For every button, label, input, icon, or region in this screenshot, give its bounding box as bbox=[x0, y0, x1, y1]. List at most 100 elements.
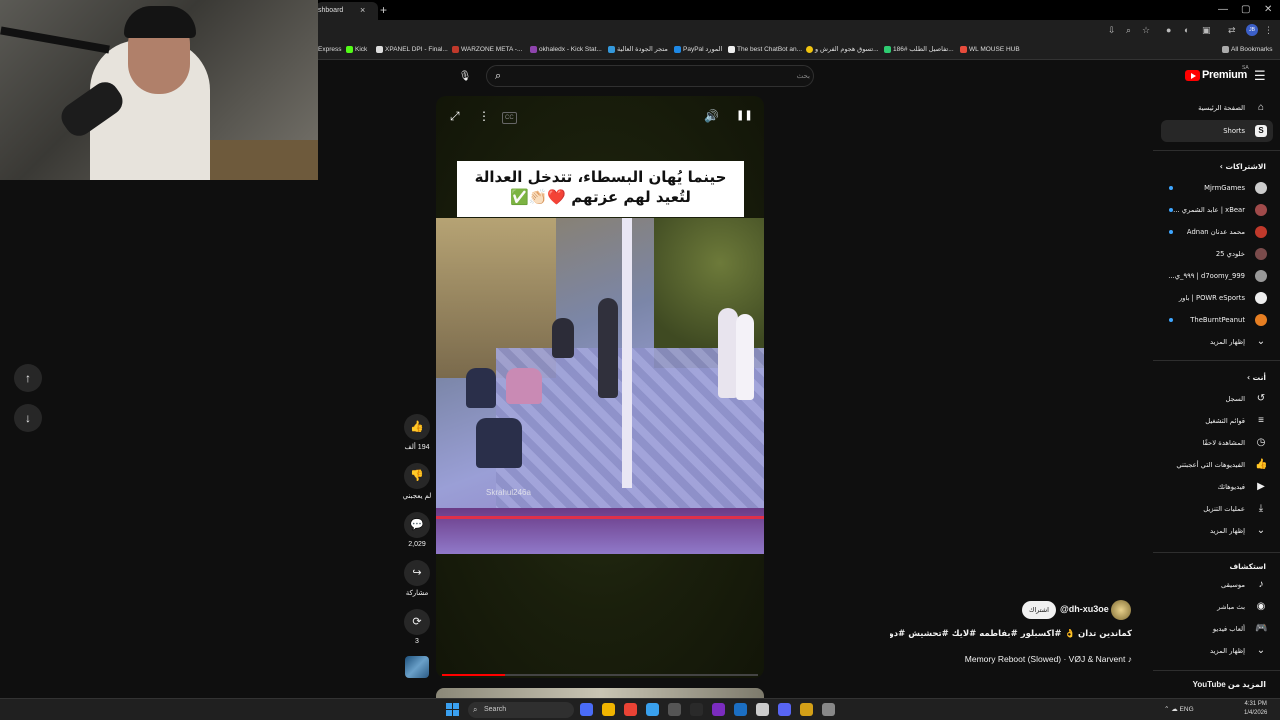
download-icon[interactable]: ⇩ bbox=[1108, 24, 1116, 36]
close-window-icon[interactable]: ✕ bbox=[1264, 2, 1272, 18]
tab-search-icon[interactable]: ⇄ bbox=[1228, 24, 1236, 36]
sidebar-item-label: خلودي 25 bbox=[1215, 250, 1245, 258]
extensions-puzzle-icon[interactable]: ▣ bbox=[1202, 24, 1211, 36]
taskbar-clock[interactable]: 4:31 PM 1/4/2026 bbox=[1244, 700, 1267, 718]
active-tab[interactable]: shboard bbox=[316, 2, 378, 20]
minimize-icon[interactable]: — bbox=[1218, 2, 1228, 18]
bookmark-item[interactable]: Kick bbox=[346, 44, 367, 56]
profile-avatar[interactable]: JB bbox=[1246, 24, 1258, 36]
share-icon[interactable]: ↪ bbox=[404, 560, 430, 586]
short-player[interactable]: ⤢ ⋮ CC 🔊 ❚❚ حينما يُهان البسطاء، تتدخل ا… bbox=[436, 96, 764, 678]
next-short-preview[interactable] bbox=[436, 688, 764, 698]
more-options-icon[interactable]: ⋮ bbox=[478, 108, 490, 124]
bookmark-item[interactable]: okhaledx - Kick Stat... bbox=[530, 44, 602, 56]
you-heading[interactable]: أنت › bbox=[1247, 373, 1266, 382]
taskbar-app-icon[interactable] bbox=[734, 703, 747, 716]
sidebar-item-history[interactable]: السجل ↺ bbox=[1161, 388, 1273, 410]
taskbar-app-icon[interactable] bbox=[602, 703, 615, 716]
sidebar-item-subscription[interactable]: xBear | عابد الشمري ... bbox=[1161, 199, 1273, 221]
channel-avatar bbox=[1255, 248, 1267, 260]
search-input[interactable] bbox=[520, 69, 810, 83]
like-icon[interactable]: 👍 bbox=[404, 414, 430, 440]
remix-button[interactable]: ⟳ 3 bbox=[402, 609, 432, 645]
sound-thumbnail[interactable] bbox=[405, 656, 429, 678]
comments-button[interactable]: 💬 2,029 bbox=[402, 512, 432, 548]
volume-icon[interactable]: 🔊 bbox=[704, 108, 719, 124]
remix-icon[interactable]: ⟳ bbox=[404, 609, 430, 635]
channel-avatar[interactable] bbox=[1111, 600, 1131, 620]
taskbar-app-icon[interactable] bbox=[800, 703, 813, 716]
sidebar-item-your-videos[interactable]: فيديوهاتك ▶ bbox=[1161, 476, 1273, 498]
zoom-icon[interactable]: ⌕ bbox=[1126, 24, 1131, 36]
hamburger-menu-icon[interactable]: ☰ bbox=[1254, 68, 1266, 84]
sidebar-item-live[interactable]: بث مباشر ◉ bbox=[1161, 596, 1273, 618]
dislike-icon[interactable]: 👎 bbox=[404, 463, 430, 489]
sidebar-item-show-more-explore[interactable]: إظهار المزيد ⌄ bbox=[1161, 640, 1273, 662]
progress-bar[interactable] bbox=[442, 674, 758, 676]
sidebar-item-gaming[interactable]: ألعاب فيديو 🎮 bbox=[1161, 618, 1273, 640]
search-icon[interactable]: ⌕ bbox=[495, 68, 501, 84]
bookmark-item[interactable]: WARZONE META -... bbox=[452, 44, 522, 56]
sidebar-item-subscription[interactable]: POWR eSports | باور bbox=[1161, 287, 1273, 309]
bookmark-star-icon[interactable]: ☆ bbox=[1142, 24, 1150, 36]
sidebar-item-downloads[interactable]: عمليات التنزيل ⤓ bbox=[1161, 498, 1273, 520]
browser-menu-icon[interactable]: ⋮ bbox=[1264, 24, 1273, 36]
previous-short-button[interactable]: ↑ bbox=[14, 364, 42, 392]
subscribe-button[interactable]: اشتراك bbox=[1022, 601, 1056, 619]
bookmark-item[interactable]: XPANEL DPI - Final... bbox=[376, 44, 448, 56]
like-button[interactable]: 👍 194 ألف bbox=[402, 414, 432, 451]
sidebar-item-subscription[interactable]: TheBurntPeanut bbox=[1161, 309, 1273, 331]
sidebar-item-watch-later[interactable]: المشاهدة لاحقًا ◷ bbox=[1161, 432, 1273, 454]
sidebar-item-subscription[interactable]: محمد عدنان Adnan bbox=[1161, 221, 1273, 243]
sidebar-item-liked-videos[interactable]: الفيديوهات التي أعجبتني 👍 bbox=[1161, 454, 1273, 476]
windows-start-icon[interactable] bbox=[446, 703, 459, 716]
bookmark-item[interactable]: متجر الجودة العالية bbox=[608, 44, 668, 56]
comment-icon[interactable]: 💬 bbox=[404, 512, 430, 538]
tab-close-icon[interactable]: × bbox=[360, 2, 365, 18]
bookmark-item[interactable]: PayPal المورد bbox=[674, 44, 722, 56]
taskbar-app-icon[interactable] bbox=[712, 703, 725, 716]
sidebar-item-label: POWR eSports | باور bbox=[1178, 294, 1245, 302]
sidebar-item-music[interactable]: موسيقى ♪ bbox=[1161, 574, 1273, 596]
captions-icon[interactable]: CC bbox=[502, 112, 517, 124]
taskbar-app-icon[interactable] bbox=[668, 703, 681, 716]
expand-icon[interactable]: ⤢ bbox=[450, 108, 460, 124]
extension-icon[interactable]: ◐ bbox=[1184, 24, 1189, 36]
bookmark-item[interactable]: The best ChatBot an... bbox=[728, 44, 802, 56]
bookmark-item[interactable]: WL MOUSE HUB bbox=[960, 44, 1020, 56]
sidebar-item-home[interactable]: الصفحة الرئيسية ⌂ bbox=[1161, 97, 1273, 119]
new-tab-icon[interactable]: + bbox=[380, 2, 387, 18]
sidebar-item-subscription[interactable]: MjrmGames bbox=[1161, 177, 1273, 199]
sidebar-item-shorts[interactable]: Shorts S bbox=[1161, 120, 1273, 142]
next-short-button[interactable]: ↓ bbox=[14, 404, 42, 432]
taskbar-app-icon[interactable] bbox=[822, 703, 835, 716]
channel-handle[interactable]: @dh-xu3oe bbox=[1060, 604, 1109, 614]
taskbar-app-icon[interactable] bbox=[646, 703, 659, 716]
taskbar-app-icon[interactable] bbox=[690, 703, 703, 716]
maximize-icon[interactable]: ▢ bbox=[1241, 2, 1250, 18]
sidebar-item-show-more-you[interactable]: إظهار المزيد ⌄ bbox=[1161, 520, 1273, 542]
video-title[interactable]: كماندين تدان 👌 #اكسبلور #بفاطمه #لايك #ت… bbox=[890, 629, 1132, 639]
sidebar-item-playlists[interactable]: قوائم التشغيل ≡ bbox=[1161, 410, 1273, 432]
sidebar-item-show-more-subs[interactable]: إظهار المزيد ⌄ bbox=[1161, 331, 1273, 353]
bookmark-item[interactable]: Express bbox=[318, 44, 341, 56]
bookmark-item[interactable]: تسوق هجوم الفرش و... bbox=[806, 44, 879, 56]
pause-icon[interactable]: ❚❚ bbox=[736, 108, 753, 124]
taskbar-app-icon[interactable] bbox=[580, 703, 593, 716]
music-attribution[interactable]: Memory Reboot (Slowed) · VØJ & Narvent ♪ bbox=[920, 654, 1132, 664]
share-button[interactable]: ↪ مشاركة bbox=[402, 560, 432, 597]
bookmark-item[interactable]: تفاصيل الطلب #186... bbox=[884, 44, 954, 56]
sidebar-item-subscription[interactable]: d7oomy_999 | ٩٩٩_ي... bbox=[1161, 265, 1273, 287]
sidebar-item-subscription[interactable]: خلودي 25 bbox=[1161, 243, 1273, 265]
taskbar-app-icon[interactable] bbox=[624, 703, 637, 716]
extension-icon[interactable]: ● bbox=[1166, 24, 1171, 36]
taskbar-search[interactable]: ⌕ Search bbox=[468, 702, 574, 718]
taskbar-app-icon[interactable] bbox=[778, 703, 791, 716]
all-bookmarks[interactable]: All Bookmarks bbox=[1222, 44, 1273, 56]
taskbar-app-icon[interactable] bbox=[756, 703, 769, 716]
voice-search-icon[interactable]: 🎙 bbox=[456, 68, 474, 86]
system-tray[interactable]: ⌃ ☁ ENG bbox=[1164, 704, 1194, 715]
subscriptions-heading[interactable]: الاشتراكات › bbox=[1220, 162, 1266, 171]
dislike-button[interactable]: 👎 لم يعجبني bbox=[402, 463, 432, 500]
video-scene-person bbox=[736, 314, 754, 400]
